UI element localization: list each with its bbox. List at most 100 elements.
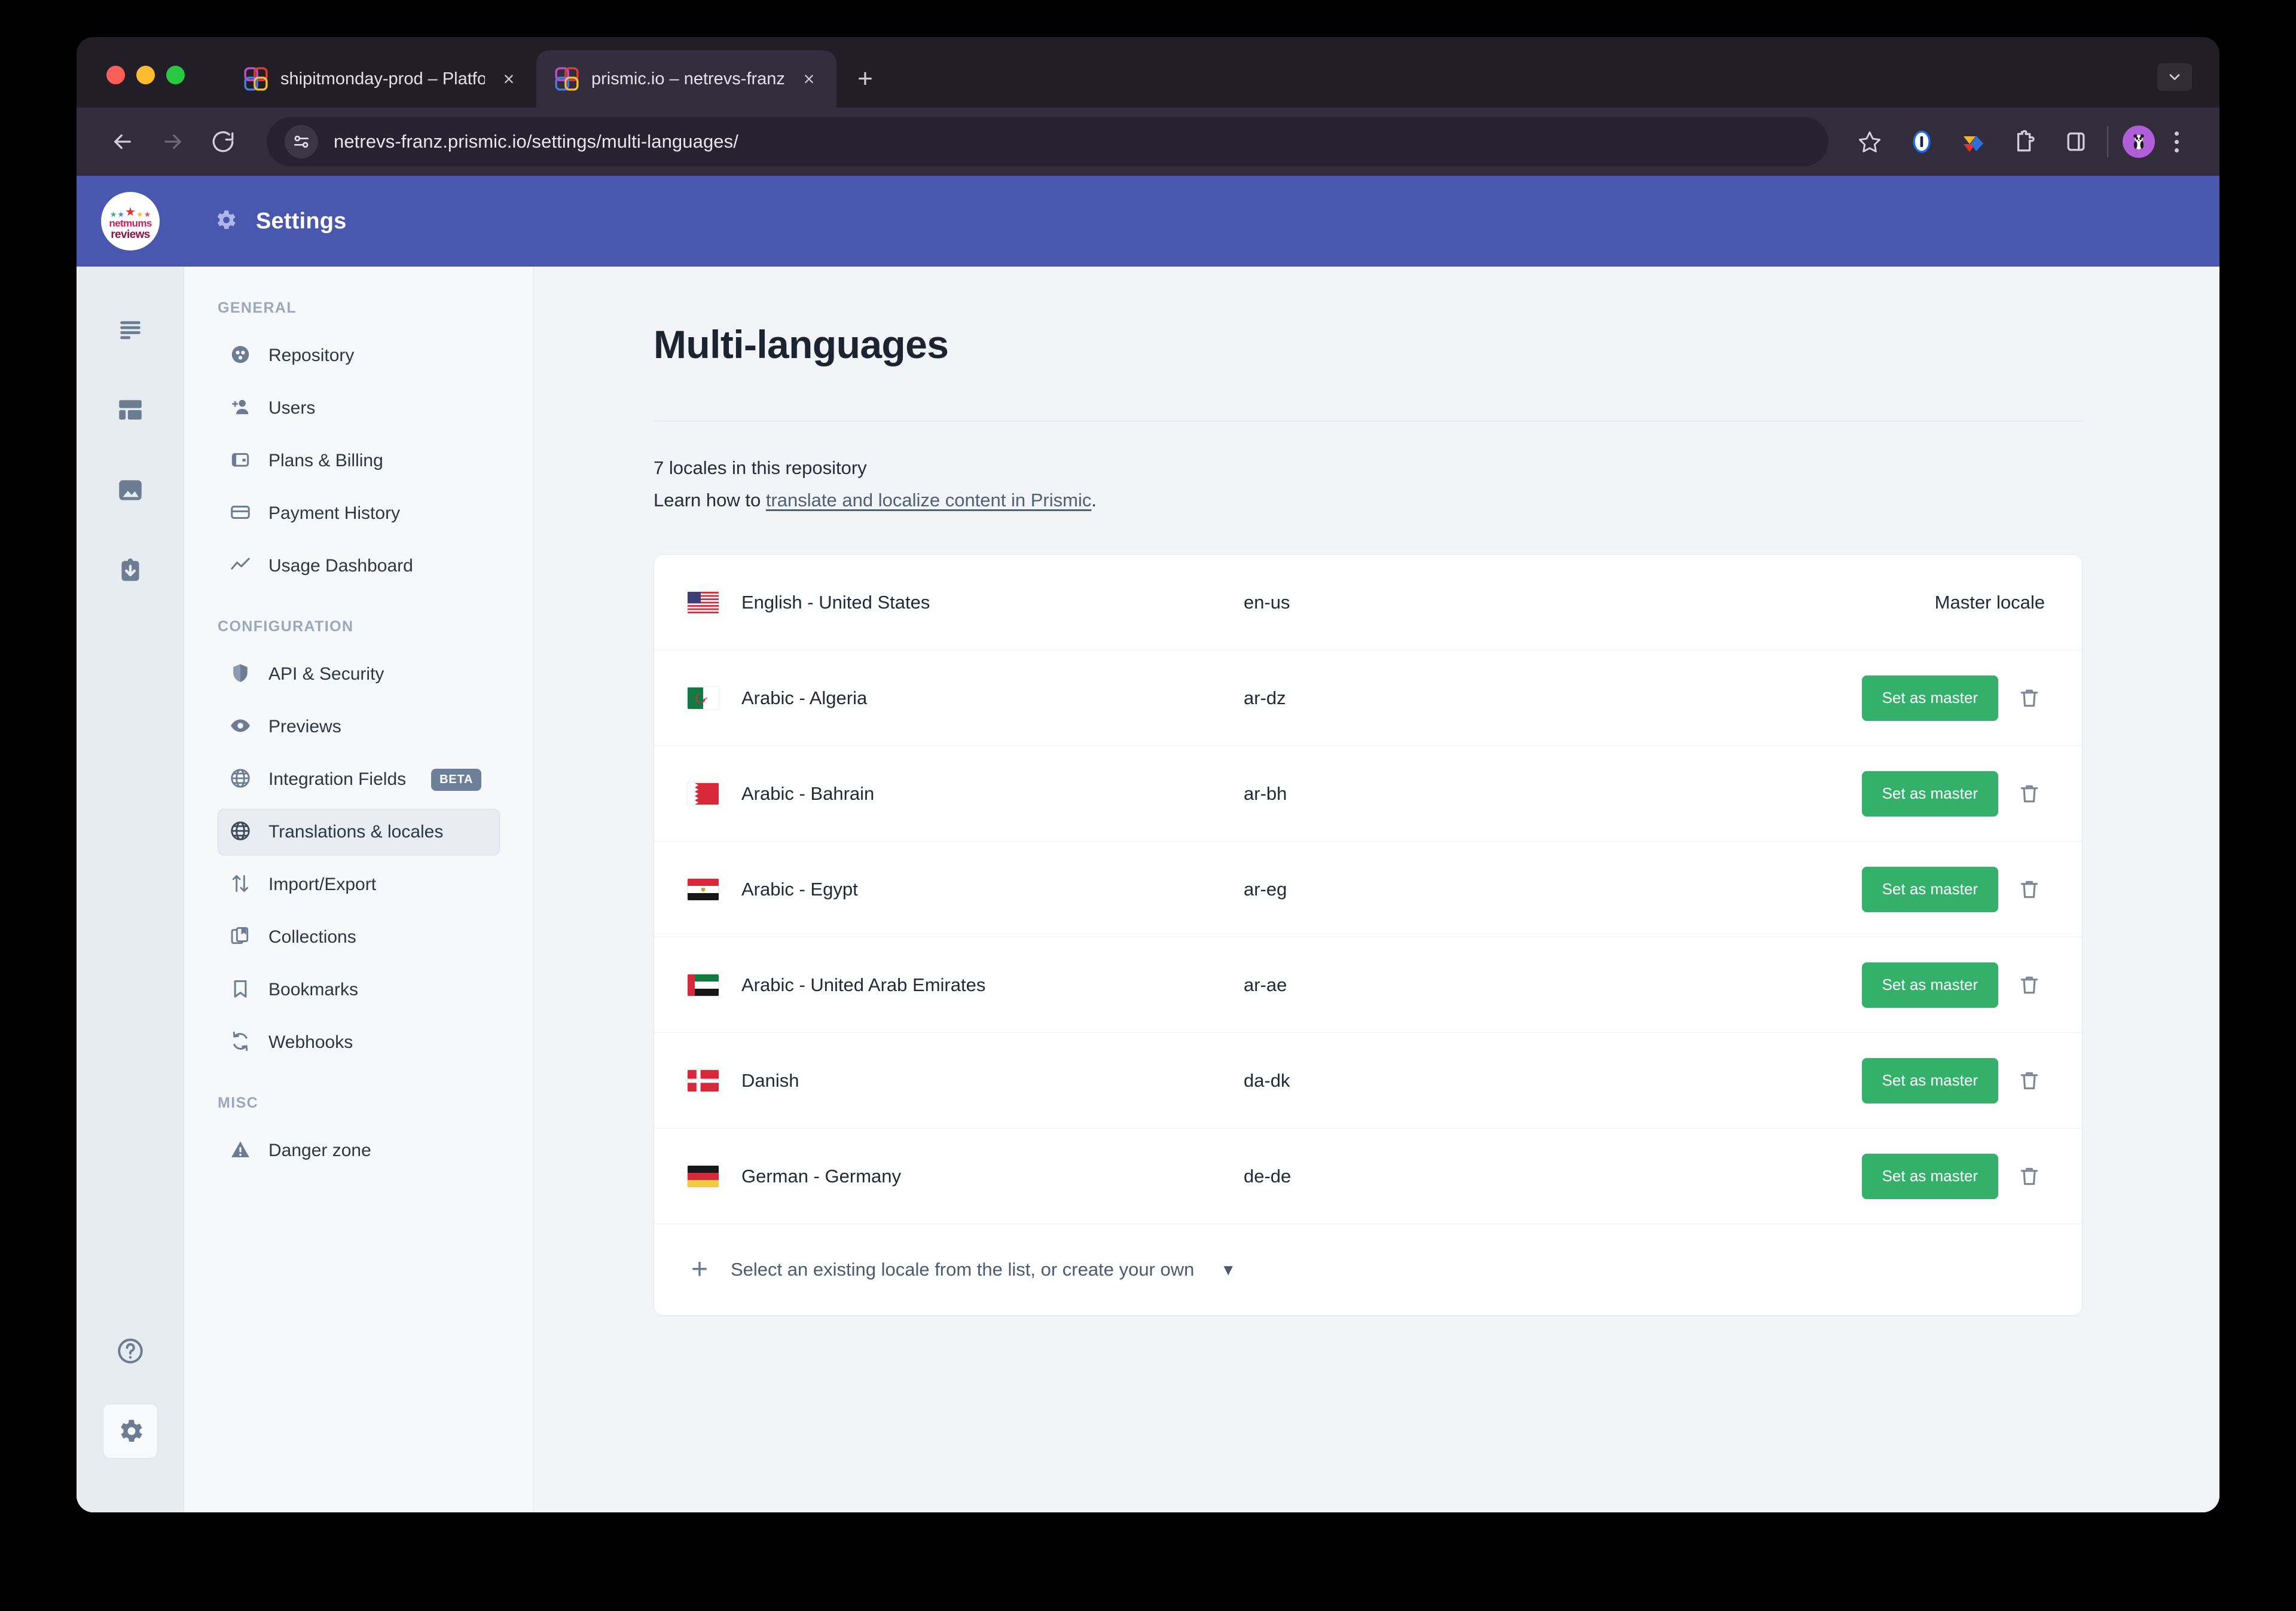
back-arrow-icon[interactable] — [100, 120, 145, 164]
releases-icon[interactable] — [103, 543, 158, 598]
globe-icon — [229, 820, 252, 845]
sidebar-item-label: Users — [268, 398, 316, 418]
plus-icon: + — [691, 1254, 709, 1285]
sidebar-item-previews[interactable]: Previews — [218, 704, 500, 750]
add-locale-label: Select an existing locale from the list,… — [731, 1259, 1195, 1280]
trash-icon[interactable] — [2014, 778, 2045, 809]
set-as-master-button[interactable]: Set as master — [1861, 1153, 1998, 1199]
new-tab-button[interactable]: + — [851, 66, 880, 92]
sidebar-item-users[interactable]: Users — [218, 385, 500, 432]
sidebar-section-label: MISC — [218, 1095, 259, 1111]
tabs-container: shipitmonday-prod – Platform × prismic.i… — [225, 37, 880, 108]
sidebar-item-import-export[interactable]: Import/Export — [218, 861, 500, 908]
learn-more-line: Learn how to translate and localize cont… — [654, 490, 2083, 511]
locale-code: de-de — [1244, 1165, 1292, 1187]
trash-icon[interactable] — [2014, 1065, 2045, 1096]
custom-types-icon[interactable] — [103, 383, 158, 438]
row-actions: Set as master — [1861, 866, 2045, 912]
reload-icon[interactable] — [201, 120, 245, 164]
colorful-diamond-extension-icon[interactable] — [1956, 125, 1990, 158]
collections-icon — [229, 925, 252, 950]
sidebar-item-label: Payment History — [268, 503, 401, 523]
row-actions: Master locale — [1935, 592, 2045, 613]
table-row: Danish da-dk Set as master — [654, 1033, 2082, 1129]
sidebar-item-bookmarks[interactable]: Bookmarks — [218, 967, 500, 1013]
window-controls — [106, 66, 185, 84]
flag-icon-dk — [688, 1069, 719, 1092]
site-settings-tune-icon[interactable] — [285, 125, 318, 158]
maximize-window-button[interactable] — [166, 66, 185, 84]
tab-title: prismic.io – netrevs-franz — [591, 69, 785, 88]
locales-card: English - United States en-us Master loc… — [654, 554, 2083, 1316]
star-outline-icon[interactable] — [1848, 120, 1892, 164]
sidebar-item-payment-history[interactable]: Payment History — [218, 490, 500, 537]
locale-name: Arabic - Algeria — [741, 687, 868, 708]
close-icon[interactable]: × — [797, 69, 821, 88]
media-library-icon[interactable] — [103, 463, 158, 518]
help-circle-icon[interactable] — [103, 1323, 158, 1378]
three-dot-menu-icon[interactable] — [2161, 131, 2192, 152]
locale-name: Arabic - Bahrain — [741, 782, 875, 804]
page-title: Multi-languages — [654, 322, 949, 366]
tab-strip: shipitmonday-prod – Platform × prismic.i… — [77, 37, 2219, 108]
chevron-down-icon[interactable] — [2157, 63, 2192, 91]
sidebar-item-plans-billing[interactable]: Plans & Billing — [218, 438, 500, 484]
trash-icon[interactable] — [2014, 970, 2045, 1001]
credit-card-icon — [229, 501, 252, 527]
browser-toolbar: netrevs-franz.prismic.io/settings/multi-… — [77, 108, 2219, 176]
panda-avatar-icon[interactable] — [2123, 126, 2155, 158]
side-panel-icon[interactable] — [2059, 125, 2093, 158]
sidebar-item-integration-fields[interactable]: Integration Fields BETA — [218, 756, 500, 803]
documents-icon[interactable] — [103, 302, 158, 357]
set-as-master-button[interactable]: Set as master — [1861, 866, 1998, 912]
icon-rail — [77, 267, 184, 1512]
app-header: ★ ★ ★ ★ ★ netmums reviews Settings — [77, 176, 2219, 267]
set-as-master-button[interactable]: Set as master — [1861, 675, 1998, 721]
puzzle-extensions-icon[interactable] — [2008, 125, 2041, 158]
master-locale-label: Master locale — [1934, 591, 2045, 613]
locale-code: ar-bh — [1244, 782, 1287, 804]
sidebar-item-api-security[interactable]: API & Security — [218, 651, 500, 698]
prismic-icon — [243, 66, 268, 91]
address-bar[interactable]: netrevs-franz.prismic.io/settings/multi-… — [267, 117, 1828, 166]
locale-code: ar-eg — [1244, 878, 1287, 900]
sidebar-item-label: Collections — [268, 927, 356, 947]
locale-name: Arabic - Egypt — [741, 878, 858, 900]
gear-icon[interactable] — [102, 1404, 158, 1459]
sidebar-item-translations-locales[interactable]: Translations & locales — [218, 809, 500, 855]
onepassword-icon[interactable] — [1905, 125, 1938, 158]
trash-icon[interactable] — [2014, 874, 2045, 905]
sidebar-item-danger-zone[interactable]: Danger zone — [218, 1127, 500, 1174]
set-as-master-button[interactable]: Set as master — [1861, 1057, 1998, 1103]
tab-title: shipitmonday-prod – Platform — [280, 69, 485, 88]
sidebar-item-label: Plans & Billing — [268, 451, 383, 470]
minimize-window-button[interactable] — [136, 66, 155, 84]
sidebar-item-webhooks[interactable]: Webhooks — [218, 1019, 500, 1066]
locale-name: Arabic - United Arab Emirates — [741, 974, 986, 995]
repository-logo[interactable]: ★ ★ ★ ★ ★ netmums reviews — [77, 176, 184, 267]
table-row: German - Germany de-de Set as master — [654, 1129, 2082, 1224]
locale-name: English - United States — [741, 591, 930, 613]
sidebar-item-collections[interactable]: Collections — [218, 914, 500, 961]
trash-icon[interactable] — [2014, 1161, 2045, 1192]
add-locale-row[interactable]: + Select an existing locale from the lis… — [654, 1224, 2082, 1315]
browser-tab-2[interactable]: prismic.io – netrevs-franz × — [536, 50, 836, 108]
flag-icon-dz — [688, 687, 719, 710]
trash-icon[interactable] — [2014, 683, 2045, 714]
table-row: English - United States en-us Master loc… — [654, 555, 2082, 650]
sidebar-section-label: GENERAL — [218, 299, 297, 316]
close-window-button[interactable] — [106, 66, 125, 84]
sidebar-item-label: Usage Dashboard — [268, 556, 413, 576]
main-content: Multi-languages 7 locales in this reposi… — [534, 267, 2219, 1512]
translate-localize-link[interactable]: translate and localize content in Prismi… — [766, 490, 1091, 510]
flag-icon-de — [688, 1165, 719, 1188]
browser-tab-1[interactable]: shipitmonday-prod – Platform × — [225, 50, 536, 108]
forward-arrow-icon[interactable] — [151, 120, 195, 164]
sidebar-item-repository[interactable]: Repository — [218, 332, 500, 379]
set-as-master-button[interactable]: Set as master — [1861, 962, 1998, 1008]
sidebar-item-usage-dashboard[interactable]: Usage Dashboard — [218, 543, 500, 589]
page-header-title: Settings — [256, 208, 347, 234]
settings-sidebar: GENERAL Repository Users Plans & Billing… — [184, 267, 534, 1512]
set-as-master-button[interactable]: Set as master — [1861, 771, 1998, 817]
close-icon[interactable]: × — [497, 69, 521, 88]
